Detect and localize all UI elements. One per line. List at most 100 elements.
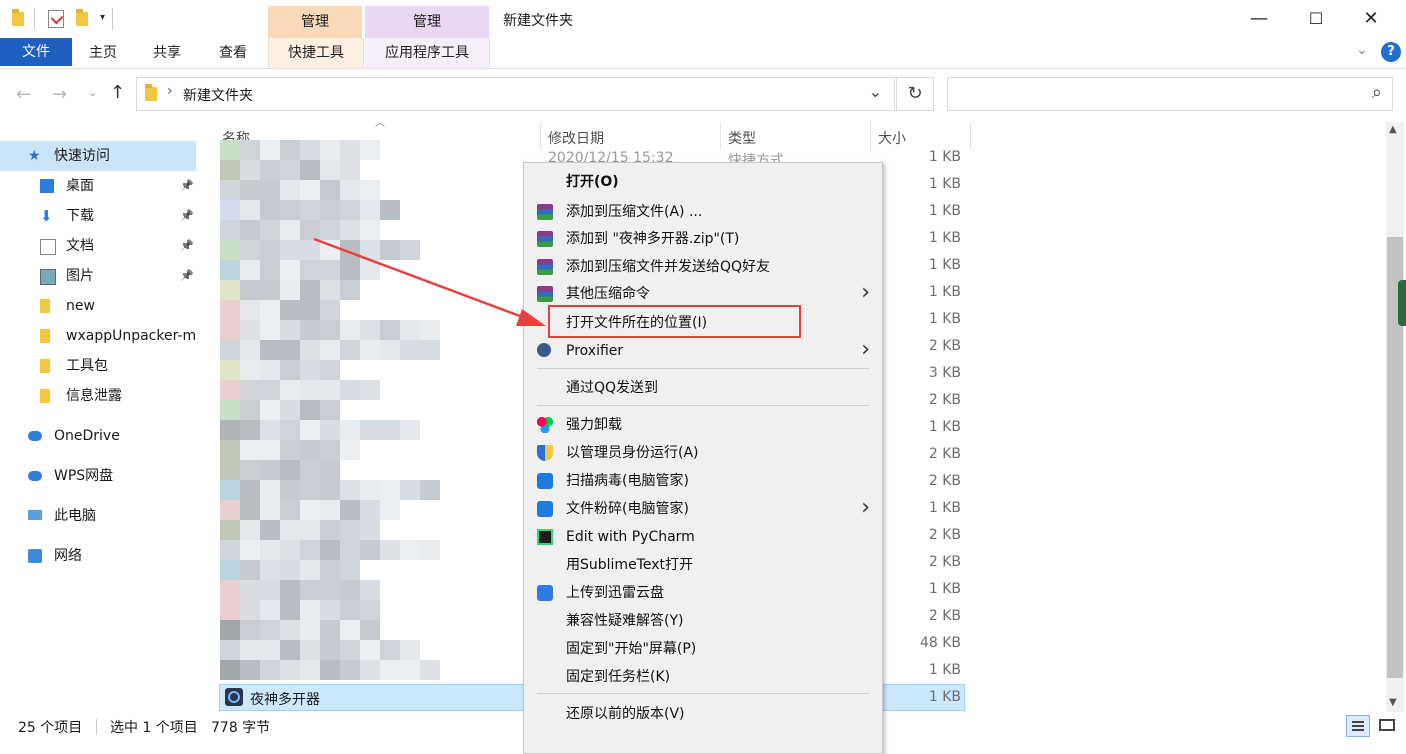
properties-icon[interactable] (48, 10, 64, 28)
blur-block (260, 320, 280, 340)
blur-block (300, 200, 320, 220)
address-dropdown-icon[interactable]: ⌄ (869, 82, 882, 101)
sidebar-item-2[interactable]: ⬇ 下载 📌 (0, 201, 196, 231)
context-menu-item[interactable]: 通过QQ发送到 (524, 374, 882, 402)
expand-ribbon-icon[interactable]: ⌄ (1356, 42, 1368, 58)
context-menu-item[interactable]: Proxifier › (524, 337, 882, 365)
blur-block (320, 560, 340, 580)
context-menu-item[interactable]: 文件粉碎(电脑管家) › (524, 495, 882, 523)
context-menu-item[interactable]: 固定到任务栏(K) (524, 663, 882, 691)
tab-view[interactable]: 查看 (208, 38, 258, 68)
context-menu-item[interactable]: 以管理员身份运行(A) (524, 439, 882, 467)
details-view-icon[interactable] (1346, 715, 1370, 737)
context-menu-item[interactable]: 添加到压缩文件(A) ... (524, 198, 882, 226)
side-widget-icon[interactable] (1398, 280, 1406, 326)
breadcrumb-item[interactable]: 新建文件夹 (183, 85, 253, 105)
column-size[interactable]: 大小 (878, 128, 906, 148)
address-bar[interactable]: › 新建文件夹 ⌄ (136, 77, 895, 111)
arrow-annotation (313, 237, 546, 326)
column-divider[interactable] (970, 122, 971, 150)
column-divider[interactable] (540, 122, 541, 150)
help-icon[interactable]: ? (1381, 42, 1401, 62)
context-menu-item[interactable]: 扫描病毒(电脑管家) (524, 467, 882, 495)
blur-block (260, 340, 280, 360)
scroll-up-icon[interactable]: ▲ (1389, 124, 1397, 135)
breadcrumb-separator[interactable]: › (167, 83, 173, 99)
blur-block (280, 540, 300, 560)
blur-block (280, 400, 300, 420)
submenu-arrow-icon: › (861, 280, 870, 305)
column-date[interactable]: 修改日期 (548, 128, 604, 148)
row-size: 1 KB (928, 581, 961, 597)
blur-block (280, 480, 300, 500)
blur-block (280, 260, 300, 280)
context-tab-manage-1[interactable]: 管理 (268, 6, 362, 38)
context-menu-item[interactable]: Edit with PyCharm (524, 523, 882, 551)
sidebar-item-12[interactable]: 网络 (0, 541, 196, 571)
context-menu: 打开(O) 添加到压缩文件(A) ... 添加到 "夜神多开器.zip"(T) 添加到… (523, 162, 883, 754)
sidebar-item-11[interactable]: 此电脑 (0, 501, 196, 531)
back-icon[interactable]: ← (16, 84, 31, 105)
blur-block (360, 380, 380, 400)
customize-toolbar-icon[interactable]: ▾ (100, 12, 105, 23)
context-menu-label: 文件粉碎(电脑管家) (566, 501, 689, 517)
large-icons-view-icon[interactable] (1376, 715, 1398, 737)
context-tab-manage-2[interactable]: 管理 (365, 6, 489, 38)
blur-block (280, 660, 300, 680)
column-divider[interactable] (870, 122, 871, 150)
sidebar-item-6[interactable]: wxappUnpacker-m (0, 321, 196, 351)
context-menu-item[interactable]: 强力卸载 (524, 411, 882, 439)
recent-locations-icon[interactable]: ⌄ (88, 86, 97, 99)
column-type[interactable]: 类型 (728, 128, 756, 148)
context-menu-item[interactable]: 用SublimeText打开 (524, 551, 882, 579)
blur-block (360, 180, 380, 200)
tab-application-tools[interactable]: 应用程序工具 (365, 38, 490, 68)
tab-home[interactable]: 主页 (78, 38, 128, 68)
sidebar-item-10[interactable]: WPS网盘 (0, 461, 196, 491)
context-menu-item[interactable]: 添加到压缩文件并发送给QQ好友 (524, 253, 882, 281)
context-menu-label: 用SublimeText打开 (566, 557, 693, 573)
new-folder-icon[interactable] (76, 9, 88, 26)
minimize-button[interactable]: — (1236, 0, 1282, 38)
blur-block (300, 480, 320, 500)
blur-block (240, 620, 260, 640)
tab-share[interactable]: 共享 (142, 38, 192, 68)
close-button[interactable]: ✕ (1348, 0, 1394, 38)
sidebar-item-8[interactable]: 信息泄露 (0, 381, 196, 411)
sidebar-item-9[interactable]: OneDrive (0, 421, 196, 451)
context-menu-item[interactable]: 上传到迅雷云盘 (524, 579, 882, 607)
sidebar-item-1[interactable]: 桌面 📌 (0, 171, 196, 201)
blur-block (360, 500, 380, 520)
close-icon: ✕ (1363, 8, 1379, 29)
context-menu-item[interactable]: 添加到 "夜神多开器.zip"(T) (524, 225, 882, 253)
blur-block (340, 140, 360, 160)
arrowhead (516, 309, 546, 326)
refresh-button[interactable]: ↻ (896, 77, 934, 111)
sidebar-item-0[interactable]: ★ 快速访问 (0, 141, 196, 171)
blur-block (220, 380, 240, 400)
context-menu-item[interactable]: 其他压缩命令 › (524, 280, 882, 308)
forward-icon[interactable]: → (52, 84, 67, 105)
blur-block (340, 200, 360, 220)
search-input[interactable]: ⌕ (947, 77, 1393, 111)
sidebar-item-7[interactable]: 工具包 (0, 351, 196, 381)
blur-block (320, 660, 340, 680)
context-menu-item[interactable]: 打开(O) (524, 168, 882, 196)
sidebar-item-4[interactable]: 图片 📌 (0, 261, 196, 291)
up-icon[interactable]: ↑ (110, 82, 125, 103)
maximize-button[interactable]: ☐ (1293, 0, 1339, 38)
status-selected: 选中 1 个项目 (110, 720, 198, 736)
blur-block (380, 420, 400, 440)
context-menu-item[interactable]: 兼容性疑难解答(Y) (524, 607, 882, 635)
blur-block (240, 380, 260, 400)
blur-block (220, 500, 240, 520)
context-menu-item[interactable]: 固定到"开始"屏幕(P) (524, 635, 882, 663)
blur-block (340, 500, 360, 520)
column-divider[interactable] (720, 122, 721, 150)
scroll-down-icon[interactable]: ▼ (1389, 697, 1397, 708)
sidebar-item-3[interactable]: 文档 📌 (0, 231, 196, 261)
tab-shortcut-tools[interactable]: 快捷工具 (268, 38, 364, 68)
tab-file[interactable]: 文件 (0, 38, 72, 66)
sidebar-item-5[interactable]: new (0, 291, 196, 321)
blur-block (300, 660, 320, 680)
